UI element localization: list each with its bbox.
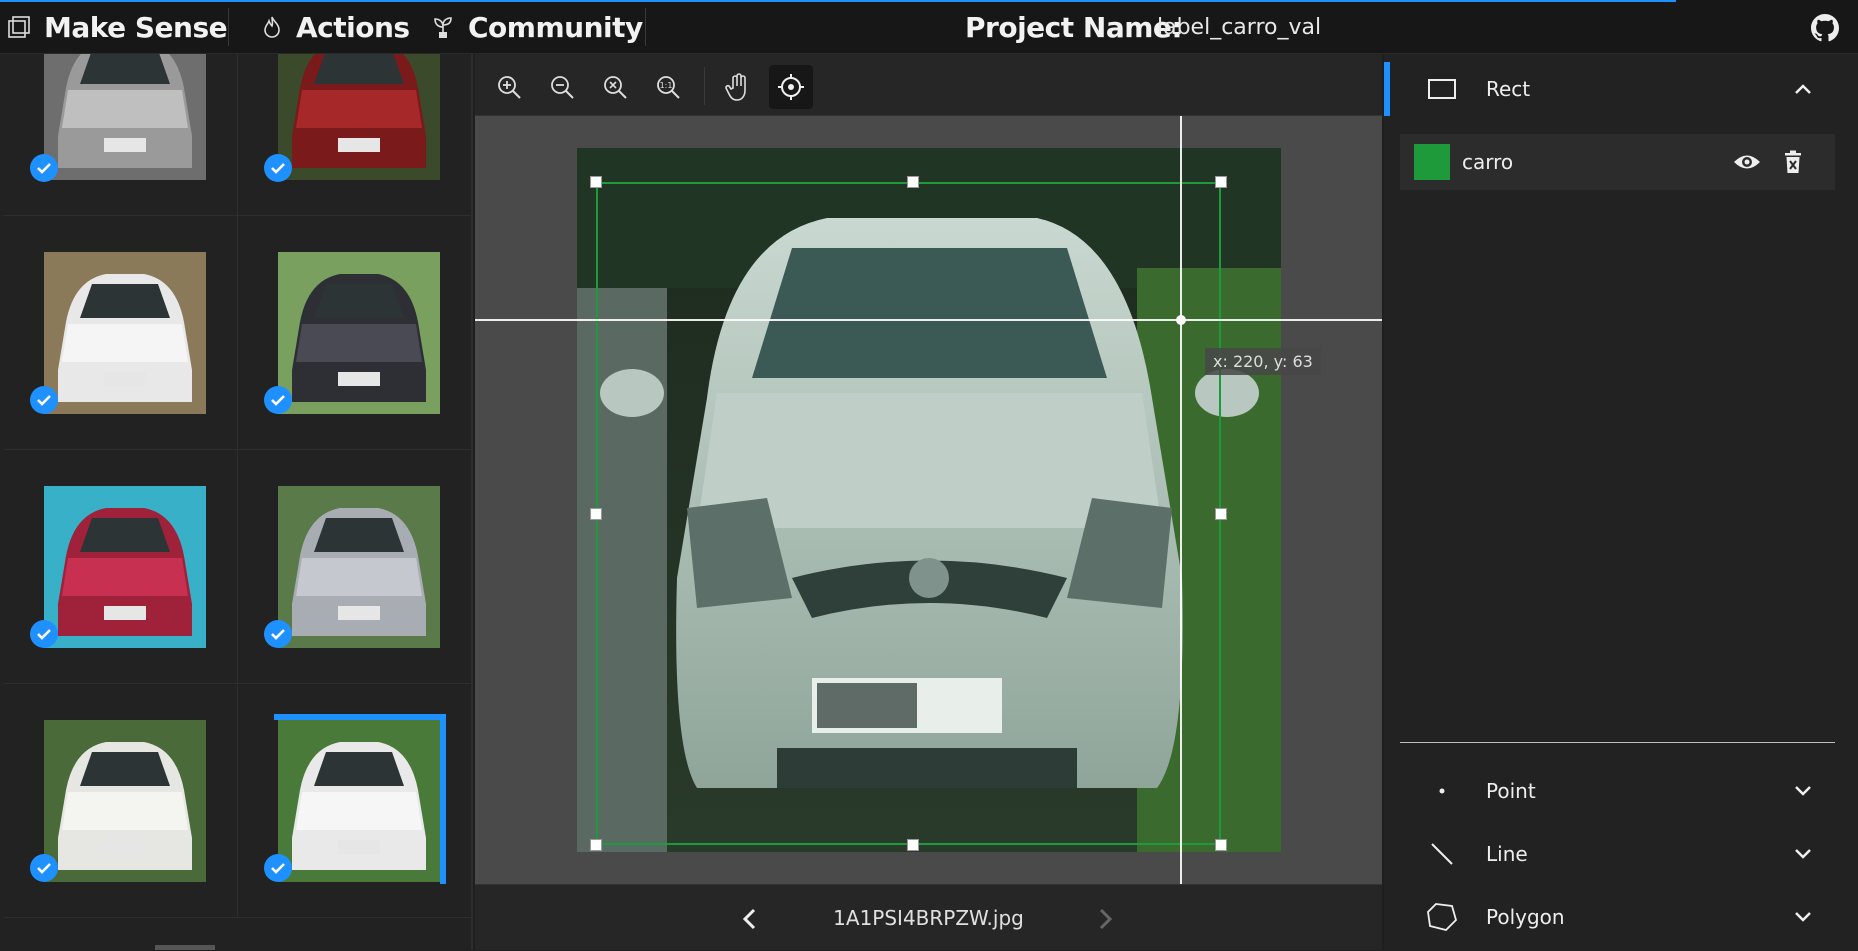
active-thumbnail-frame (274, 714, 446, 884)
line-icon (1422, 839, 1462, 869)
chevron-down-icon[interactable] (1788, 776, 1818, 806)
thumbnail-image[interactable] (44, 54, 206, 180)
crosshair-horizontal (475, 319, 1382, 321)
line-section-label: Line (1486, 842, 1528, 866)
zoom-actual-icon[interactable]: 1:1 (646, 65, 690, 109)
bbox-handle-top-left[interactable] (590, 176, 602, 188)
community-menu[interactable]: Community (432, 0, 643, 54)
cursor-dot (1176, 315, 1186, 325)
thumbnail-image[interactable] (44, 720, 206, 882)
delete-icon[interactable] (1778, 146, 1808, 178)
zoom-out-icon[interactable] (540, 65, 584, 109)
thumbnail-cell[interactable] (4, 684, 238, 918)
checkmark-icon (264, 386, 292, 414)
image-nav-bar: 1A1PSI4BRPZW.jpg (475, 884, 1382, 950)
thumbnail-cell[interactable] (238, 684, 471, 918)
github-icon[interactable] (1811, 14, 1839, 46)
rect-section-label: Rect (1486, 77, 1531, 101)
zoom-fit-icon[interactable] (593, 65, 637, 109)
project-name-label: Project Name: (965, 10, 1183, 44)
actions-label: Actions (296, 10, 410, 44)
thumbnail-image[interactable] (278, 54, 440, 180)
divider (1400, 742, 1835, 743)
bbox-handle-top-right[interactable] (1215, 176, 1227, 188)
thumbnail-image[interactable] (44, 486, 206, 648)
label-panel: Rect carro Point Line Polygon (1384, 54, 1858, 950)
bbox-handle-bottom-left[interactable] (590, 839, 602, 851)
chevron-down-icon[interactable] (1788, 839, 1818, 869)
checkmark-icon (264, 620, 292, 648)
fire-icon (262, 15, 282, 39)
top-bar: Make Sense Actions Community Project Nam… (0, 0, 1858, 54)
thumbnail-cell[interactable] (238, 450, 471, 684)
checkmark-icon (30, 854, 58, 882)
plant-icon (432, 15, 454, 39)
bbox-handle-right[interactable] (1215, 508, 1227, 520)
editor-toolbar: 1:1 (475, 54, 1382, 116)
cursor-coordinates: x: 220, y: 63 (1205, 348, 1321, 375)
checkmark-icon (30, 620, 58, 648)
zoom-in-icon[interactable] (487, 65, 531, 109)
polygon-section-header[interactable]: Polygon (1384, 886, 1858, 948)
thumbnail-cell[interactable] (4, 54, 238, 216)
divider (645, 8, 646, 46)
thumbnail-image[interactable] (278, 486, 440, 648)
thumbnail-cell[interactable] (4, 216, 238, 450)
point-section-header[interactable]: Point (1384, 760, 1858, 822)
progress-bar (0, 0, 1676, 2)
thumbnail-image[interactable] (44, 252, 206, 414)
thumbnail-cell[interactable] (238, 54, 471, 216)
thumbnail-cell[interactable] (4, 450, 238, 684)
rect-icon (1422, 74, 1462, 104)
polygon-section-label: Polygon (1486, 905, 1565, 929)
chevron-up-icon[interactable] (1788, 74, 1818, 104)
community-label: Community (468, 10, 643, 44)
thumbnail-image[interactable] (278, 252, 440, 414)
point-icon (1422, 776, 1462, 806)
next-image-button[interactable] (1086, 899, 1126, 939)
chevron-down-icon[interactable] (1788, 902, 1818, 932)
image-filename: 1A1PSI4BRPZW.jpg (833, 906, 1024, 930)
crosshair-icon[interactable] (769, 65, 813, 109)
thumbnail-cell[interactable] (238, 216, 471, 450)
label-name: carro (1462, 150, 1514, 174)
app-title: Make Sense (44, 10, 228, 44)
polygon-icon (1422, 902, 1462, 932)
image-list-panel[interactable] (0, 54, 473, 950)
bbox-handle-left[interactable] (590, 508, 602, 520)
crosshair-vertical (1180, 116, 1182, 884)
checkmark-icon (30, 154, 58, 182)
divider (228, 8, 229, 46)
editor-canvas[interactable]: x: 220, y: 63 (475, 116, 1382, 884)
active-accent (1384, 62, 1390, 116)
bbox-handle-bottom-right[interactable] (1215, 839, 1227, 851)
rect-section-header[interactable]: Rect (1384, 58, 1858, 120)
point-section-label: Point (1486, 779, 1536, 803)
bounding-box[interactable] (596, 182, 1221, 845)
bbox-handle-bottom[interactable] (907, 839, 919, 851)
label-item[interactable]: carro (1400, 134, 1835, 190)
label-color-swatch[interactable] (1414, 144, 1450, 180)
hand-icon[interactable] (716, 65, 760, 109)
eye-icon[interactable] (1730, 146, 1764, 178)
divider (704, 67, 705, 105)
checkmark-icon (30, 386, 58, 414)
logo-icon (8, 16, 30, 38)
checkmark-icon (264, 154, 292, 182)
line-section-header[interactable]: Line (1384, 823, 1858, 885)
project-name-input[interactable]: label_carro_val (1157, 0, 1321, 54)
app-logo[interactable]: Make Sense (8, 0, 228, 54)
bbox-handle-top[interactable] (907, 176, 919, 188)
actions-menu[interactable]: Actions (262, 0, 410, 54)
scrollbar[interactable] (155, 945, 215, 950)
svg-text:1:1: 1:1 (660, 81, 673, 90)
